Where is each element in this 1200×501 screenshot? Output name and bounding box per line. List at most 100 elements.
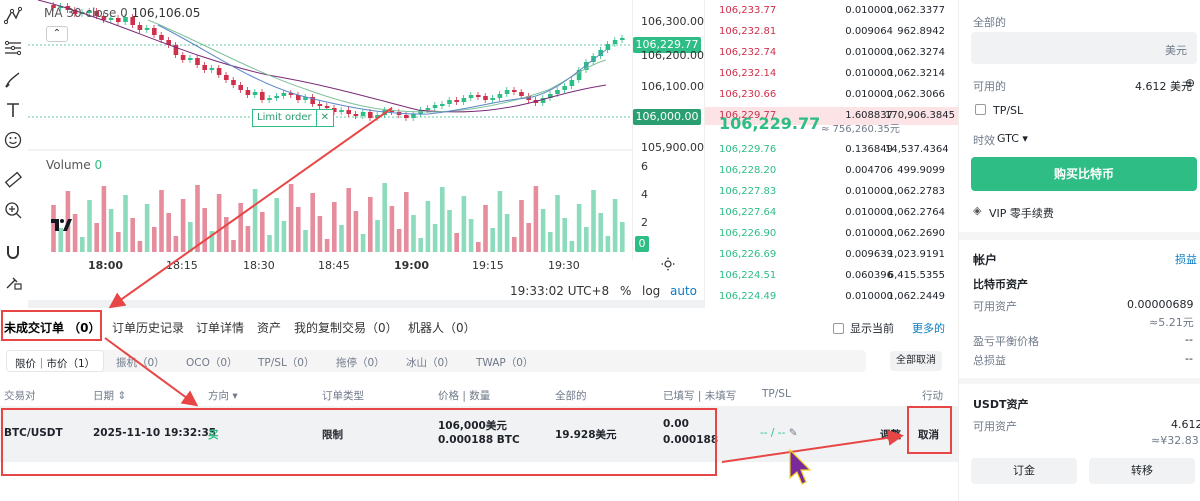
column-header-date-label: 日期 (93, 390, 114, 402)
tif-select[interactable]: GTC ▾ (997, 132, 1028, 145)
subtab-trailing[interactable]: 拖停（0） (336, 355, 385, 370)
candle (360, 112, 366, 116)
candle (425, 108, 431, 110)
bid-row[interactable]: 106,224.51 0.060396 6,415.5355 (705, 267, 958, 285)
limit-order-close-icon[interactable]: ✕ (315, 110, 329, 126)
volume-bar (195, 185, 200, 252)
volume-bar (389, 206, 395, 252)
percent-scale-toggle[interactable]: % (620, 284, 631, 298)
more-link[interactable]: 更多的 (912, 320, 945, 336)
subtab-oco[interactable]: OCO（0） (186, 355, 238, 370)
candle (152, 28, 157, 35)
lock-drawings-icon[interactable] (3, 272, 23, 292)
tab-order-details[interactable]: 订单详情 (196, 319, 244, 336)
bid-price: 106,228.20 (719, 165, 777, 176)
edit-pencil-icon[interactable]: ✎ (789, 427, 798, 439)
show-current-toggle[interactable]: 显示当前 (833, 320, 894, 336)
btc-assets-title: 比特币资产 (973, 278, 1028, 291)
bid-total: 1,062.2690 (887, 228, 945, 239)
volume-bar (130, 218, 135, 252)
subtab-limit-market[interactable]: 限价｜市价（1） (6, 350, 105, 372)
bid-row[interactable]: 106,227.83 0.010000 1,062.2783 (705, 183, 958, 201)
add-funds-icon[interactable]: ⊕ (1185, 76, 1195, 90)
deposit-button[interactable]: 订金 (971, 458, 1077, 484)
ruler-icon[interactable] (3, 170, 23, 190)
total-pnl-label: 总损益 (973, 354, 1006, 367)
ask-row[interactable]: 106,233.77 0.010000 1,062.3377 (705, 2, 958, 20)
limit-order-text: Limit order (257, 112, 312, 123)
candle (519, 92, 524, 96)
subtab-iceberg[interactable]: 冰山（0） (406, 355, 455, 370)
volume-bar (274, 198, 279, 252)
column-header-date[interactable]: 日期 ⇕ (93, 388, 126, 403)
volume-bar (584, 227, 589, 252)
subtab-twap[interactable]: TWAP（0） (476, 355, 533, 370)
collapse-indicators-button[interactable]: ⌃ (46, 26, 68, 42)
subtab-trigger[interactable]: 振机（0） (116, 355, 165, 370)
ask-price: 106,232.81 (719, 26, 777, 37)
candle (137, 25, 143, 30)
volume-label-text: Volume (46, 158, 91, 172)
log-scale-toggle[interactable]: log (642, 284, 660, 298)
column-header-side[interactable]: 方向 ▾ (208, 388, 238, 403)
volume-tick-zero: 0 (635, 236, 649, 252)
bid-row[interactable]: 106,229.76 0.136849 14,537.4364 (705, 141, 958, 159)
bid-amount: 0.136849 (845, 144, 893, 155)
price-chart[interactable]: MA 30 close 0 106,106.05 ⌃ Limit order ✕… (28, 0, 704, 300)
volume-bar (353, 211, 359, 252)
ask-row[interactable]: 106,230.66 0.010000 1,062.3066 (705, 86, 958, 104)
ask-row[interactable]: 106,232.81 0.009064 962.8942 (705, 23, 958, 41)
ask-price: 106,230.66 (719, 89, 777, 100)
bid-row[interactable]: 106,226.69 0.009639 1,023.9191 (705, 246, 958, 264)
tab-bots[interactable]: 机器人（0） (408, 319, 476, 336)
cancel-all-button[interactable]: 全部取消 (890, 351, 942, 371)
chart-footer: 19:33:02 UTC+8 % log auto (28, 280, 704, 300)
volume-bar (159, 190, 164, 252)
candle (252, 92, 258, 95)
ask-row[interactable]: 106,232.74 0.010000 1,062.3274 (705, 44, 958, 62)
annotation-box-order-row (1, 408, 717, 476)
volume-bar (418, 238, 423, 252)
pnl-link[interactable]: 损益 (1175, 251, 1197, 267)
tpsl-checkbox[interactable] (975, 104, 986, 115)
order-tpsl[interactable]: -- / -- ✎ (760, 427, 798, 439)
auto-scale-toggle[interactable]: auto (670, 284, 697, 298)
btc-available-label: 可用资产 (973, 300, 1017, 313)
volume-bar (576, 204, 582, 252)
candle (555, 90, 560, 94)
bid-row[interactable]: 106,228.20 0.004706 499.9099 (705, 162, 958, 180)
tab-copy-trades[interactable]: 我的复制交易（0） (294, 319, 398, 336)
candle (202, 65, 207, 70)
magnet-icon[interactable] (3, 242, 23, 262)
adjust-order-button[interactable]: 调整 (880, 427, 901, 442)
bid-row[interactable]: 106,226.90 0.010000 1,062.2690 (705, 225, 958, 243)
show-current-checkbox[interactable] (833, 322, 844, 334)
time-tick: 18:45 (318, 259, 350, 272)
fib-lines-icon[interactable] (3, 38, 23, 58)
candle (238, 85, 243, 90)
chart-settings-icon[interactable] (660, 256, 676, 275)
text-icon[interactable] (3, 100, 23, 120)
zoom-in-icon[interactable] (3, 200, 23, 220)
total-amount-input[interactable]: 美元 (971, 32, 1197, 64)
emoji-icon[interactable] (3, 130, 23, 150)
limit-order-line-label[interactable]: Limit order ✕ (252, 109, 335, 127)
tab-order-history[interactable]: 订单历史记录 (112, 319, 184, 336)
candlestick-plot[interactable] (28, 0, 632, 260)
tab-assets[interactable]: 资产 (257, 319, 281, 336)
price-axis[interactable]: 106,300.00 106,229.77 106,200.00 106,100… (632, 0, 704, 260)
brush-icon[interactable] (3, 70, 23, 90)
volume-bar (569, 241, 575, 252)
volume-value: 0 (94, 158, 103, 172)
volume-tick: 4 (641, 188, 648, 201)
ask-row[interactable]: 106,232.14 0.010000 1,062.3214 (705, 65, 958, 83)
time-axis[interactable]: 18:00 18:15 18:30 18:45 19:00 19:15 19:3… (28, 256, 632, 274)
trend-line-icon[interactable] (3, 6, 23, 26)
volume-bar (425, 201, 431, 252)
vip-zero-fee-label: VIP 零手续费 (989, 207, 1054, 220)
transfer-button[interactable]: 转移 (1089, 458, 1195, 484)
bid-row[interactable]: 106,224.49 0.010000 1,062.2449 (705, 288, 958, 306)
bid-row[interactable]: 106,227.64 0.010000 1,062.2764 (705, 204, 958, 222)
buy-btc-button[interactable]: 购买比特币 (971, 157, 1197, 191)
subtab-tpsl[interactable]: TP/SL（0） (258, 355, 314, 370)
